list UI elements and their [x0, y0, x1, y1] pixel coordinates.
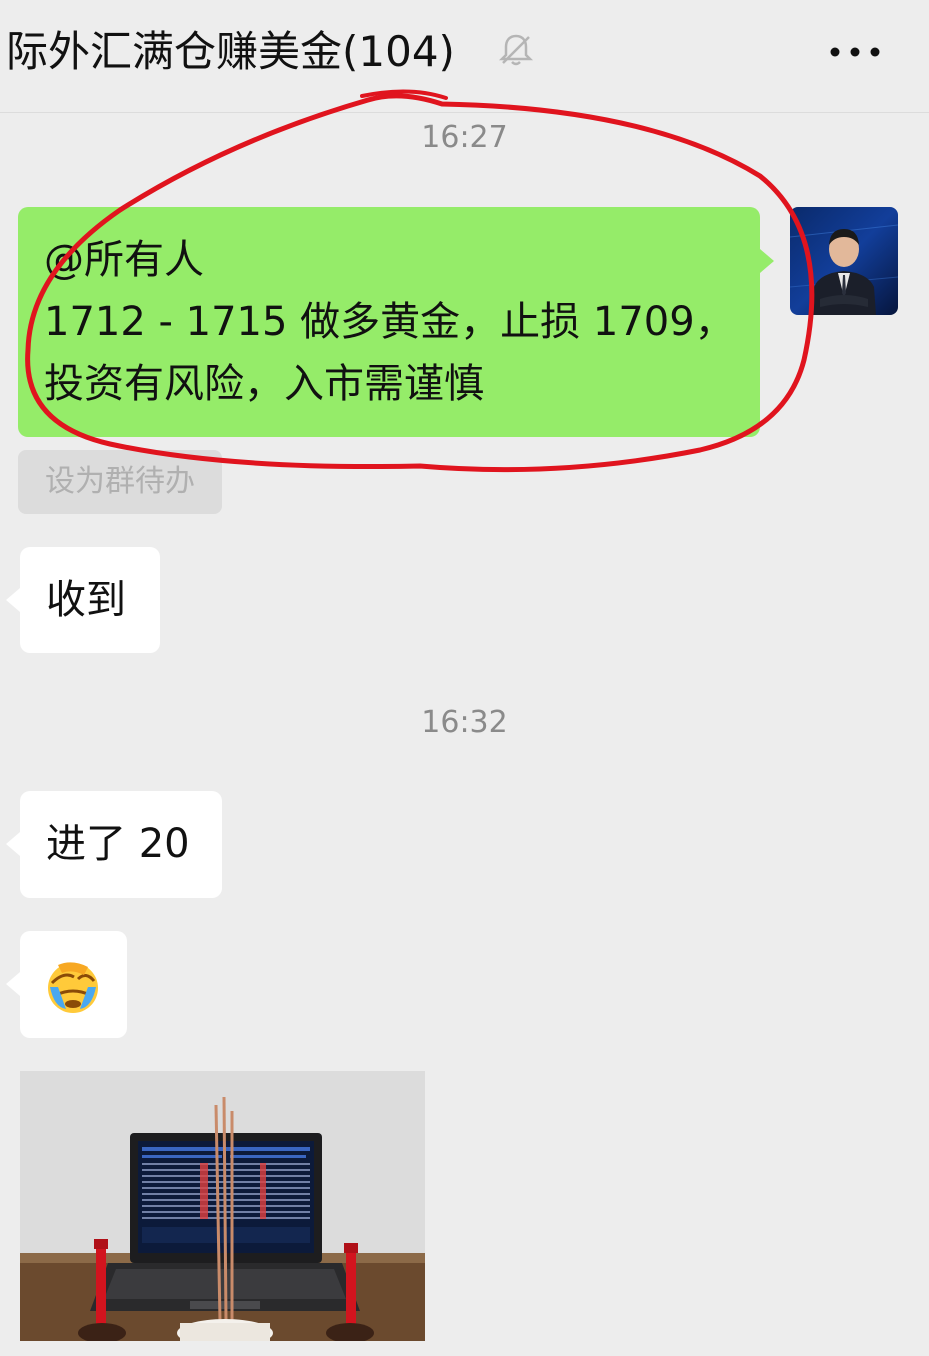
received-image-message[interactable]: [20, 1071, 425, 1341]
bubble-tail: [6, 832, 20, 856]
received-emoji-bubble[interactable]: [20, 931, 127, 1038]
message-timestamp: 16:32: [421, 705, 508, 740]
bell-off-icon: [498, 34, 534, 66]
chat-header: 际外汇满仓赚美金(104): [0, 0, 929, 113]
avatar-photo: [790, 207, 898, 315]
message-line: @所有人: [44, 237, 204, 283]
chat-title[interactable]: 际外汇满仓赚美金(104): [6, 22, 455, 82]
set-group-todo-button[interactable]: 设为群待办: [18, 450, 222, 514]
more-dots-icon[interactable]: [826, 32, 886, 72]
sent-message-bubble[interactable]: @所有人 1712 - 1715 做多黄金，止损 1709， 投资有风险，入市需…: [18, 207, 760, 437]
message-timestamp: 16:27: [421, 120, 508, 155]
laptop-incense-photo: [20, 1071, 425, 1341]
bubble-tail: [6, 972, 20, 996]
facepalm-crying-emoji: [48, 962, 98, 1013]
message-line: 投资有风险，入市需谨慎: [44, 361, 484, 407]
message-line: 1712 - 1715 做多黄金，止损 1709，: [44, 299, 735, 345]
received-message-bubble[interactable]: 进了 20: [20, 791, 222, 898]
message-text: 收到: [46, 577, 126, 623]
received-message-bubble[interactable]: 收到: [20, 547, 160, 653]
bubble-tail: [6, 588, 20, 612]
message-text: 进了 20: [46, 821, 190, 867]
bubble-tail: [760, 249, 774, 273]
avatar[interactable]: [790, 207, 898, 315]
